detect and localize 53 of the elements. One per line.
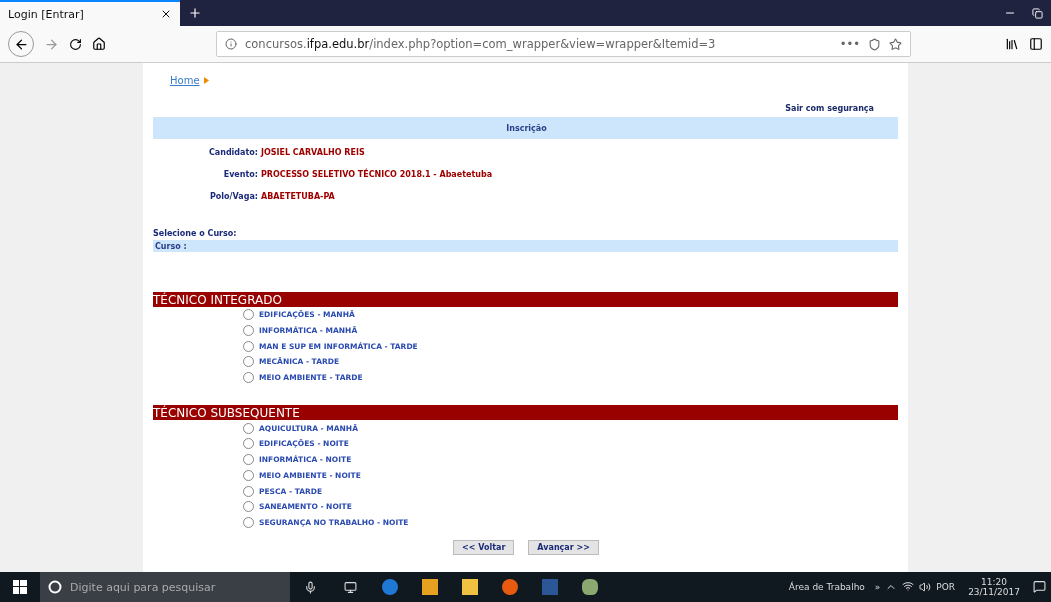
taskbar-search-field[interactable]: Digite aqui para pesquisar	[40, 572, 290, 602]
network-icon[interactable]	[902, 580, 915, 592]
windows-logo-icon[interactable]	[13, 580, 27, 594]
restore-icon[interactable]	[1032, 7, 1043, 19]
radio-button[interactable]	[243, 454, 254, 466]
radio-button[interactable]	[243, 469, 254, 481]
radio-button[interactable]	[243, 438, 254, 450]
group-header: TÉCNICO INTEGRADO	[153, 292, 898, 307]
sidebar-icon[interactable]	[1029, 37, 1043, 51]
logout-link[interactable]: Sair com segurança	[785, 104, 874, 113]
clock[interactable]: 11:20 23/11/2017	[960, 577, 1028, 597]
radio-button[interactable]	[243, 501, 254, 513]
info-icon[interactable]	[225, 38, 237, 50]
library-icon[interactable]	[1005, 37, 1019, 51]
back-button[interactable]: << Voltar	[453, 540, 515, 556]
address-bar[interactable]: concursos.ifpa.edu.br/index.php?option=com_wrapper&view=wrapper&Itemid=3 •••	[216, 31, 911, 57]
home-link[interactable]: Home	[170, 75, 209, 86]
radio-button[interactable]	[243, 340, 254, 352]
language-indicator[interactable]: POR	[931, 582, 961, 592]
microphone-icon[interactable]	[303, 580, 317, 594]
forward-icon[interactable]	[44, 36, 59, 52]
triangle-icon	[203, 77, 209, 84]
radio-button[interactable]	[243, 372, 254, 384]
toolbar-chevron[interactable]: »	[869, 582, 886, 592]
browser-tab[interactable]: Login [Entrar]	[0, 0, 180, 26]
info-label: Candidato:	[207, 148, 258, 157]
plus-icon[interactable]	[188, 6, 202, 20]
course-bar: Curso :	[153, 240, 898, 252]
info-value: JOSIEL CARVALHO REIS	[261, 148, 366, 157]
notification-icon[interactable]	[1033, 579, 1046, 593]
info-label: Evento:	[222, 170, 258, 179]
task-view-icon[interactable]	[343, 580, 357, 594]
radio-button[interactable]	[243, 309, 254, 321]
radio-button[interactable]	[243, 422, 254, 434]
group-header: TÉCNICO SUBSEQUENTE	[153, 405, 898, 421]
shield-icon[interactable]	[868, 37, 881, 51]
volume-icon[interactable]	[919, 581, 932, 593]
reload-icon[interactable]	[69, 37, 82, 51]
desktop-label[interactable]: Área de Trabalho	[783, 582, 870, 592]
radio-button[interactable]	[243, 325, 254, 337]
radio-button[interactable]	[243, 485, 254, 497]
section-header: Inscrição	[153, 117, 898, 139]
radio-button[interactable]	[243, 356, 254, 368]
info-value: ABAETETUBA-PA	[261, 192, 336, 201]
radio-button[interactable]	[243, 516, 254, 528]
info-value: PROCESSO SELETIVO TÉCNICO 2018.1 - Abaetetuba	[261, 170, 494, 179]
info-label: Polo/Vaga:	[209, 192, 258, 201]
close-icon[interactable]	[160, 8, 172, 20]
next-button[interactable]: Avançar >>	[528, 540, 599, 556]
home-icon[interactable]	[92, 37, 106, 51]
select-course-label: Selecione o Curso:	[153, 229, 238, 238]
ring-icon	[48, 580, 62, 594]
star-icon[interactable]	[889, 37, 902, 51]
